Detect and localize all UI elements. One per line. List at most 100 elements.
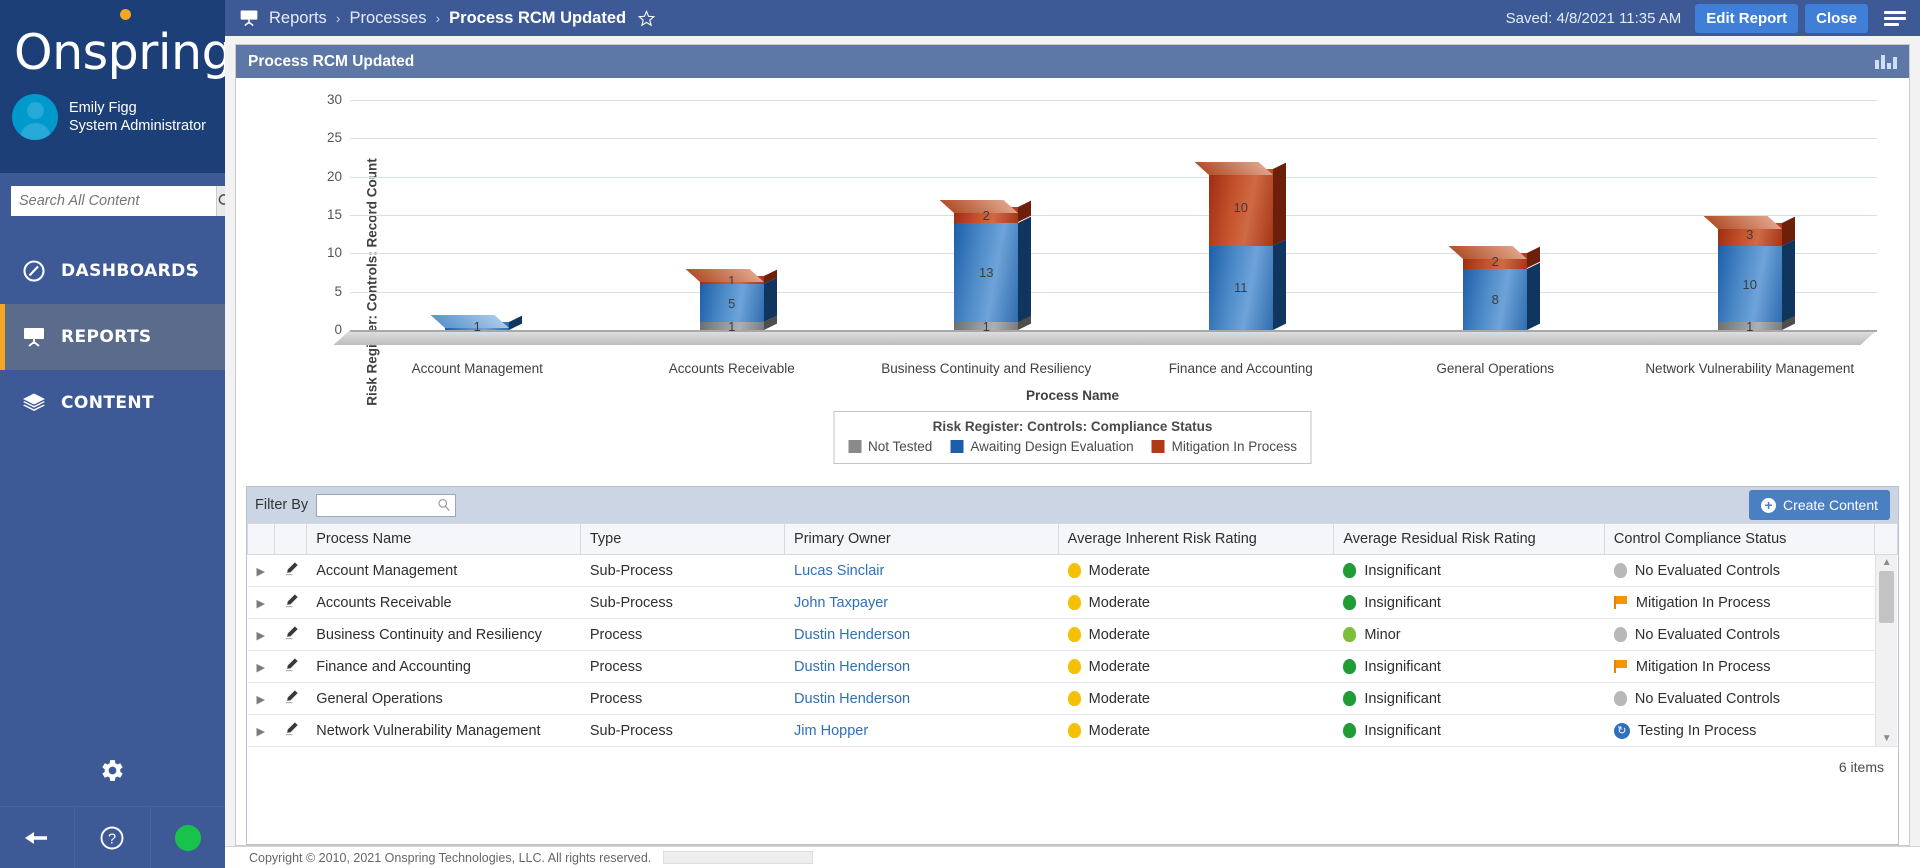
cell-primary-owner-text[interactable]: Dustin Henderson: [794, 659, 910, 675]
chart-bar-segment[interactable]: 1: [699, 316, 777, 334]
cell-primary-owner-text[interactable]: Jim Hopper: [794, 723, 868, 739]
chart: Risk Register: Controls: Record Count 30…: [236, 78, 1909, 486]
row-edit-cell[interactable]: [274, 714, 307, 747]
user-profile[interactable]: Emily Figg System Administrator: [0, 94, 225, 140]
app-logo-text: Onspring: [14, 23, 233, 81]
status-indicator[interactable]: [151, 807, 225, 868]
chart-bar-segment[interactable]: 1: [430, 315, 523, 334]
chart-bar[interactable]: 1 5 1: [605, 100, 860, 334]
chart-bar-segment[interactable]: 1: [685, 269, 777, 288]
chart-bar-side-face: [1527, 262, 1541, 330]
chart-bar-segment[interactable]: 5: [699, 277, 777, 323]
chart-bar[interactable]: 3 10 1: [1623, 100, 1878, 334]
row-edit-cell[interactable]: [274, 650, 307, 683]
row-edit-cell[interactable]: [274, 618, 307, 651]
chevron-right-icon[interactable]: ▶: [257, 598, 265, 610]
legend-item[interactable]: Not Tested: [848, 439, 932, 454]
sidebar-item-content[interactable]: CONTENT: [0, 370, 225, 436]
grid-column-header[interactable]: Process Name: [306, 523, 581, 555]
chart-floor: [333, 330, 1877, 345]
row-edit-cell[interactable]: [274, 682, 307, 715]
legend-item[interactable]: Mitigation In Process: [1151, 439, 1297, 454]
pencil-edit-icon[interactable]: [284, 722, 299, 740]
chart-bar-segment[interactable]: 10: [1194, 162, 1286, 246]
pencil-edit-icon[interactable]: [284, 594, 299, 612]
row-edit-cell[interactable]: [274, 586, 307, 619]
chart-bar[interactable]: 2 13 1: [859, 100, 1114, 334]
pencil-edit-icon[interactable]: [284, 658, 299, 676]
table-row[interactable]: ▶ Account Management Sub-Process Lucas Sinc…: [247, 554, 1898, 747]
chart-bar-segment[interactable]: 2: [939, 200, 1032, 223]
table-row[interactable]: ▶ Finance and Accounting Process Dustin Hen…: [247, 650, 1898, 683]
chart-bar-segment[interactable]: 2: [1448, 246, 1541, 269]
edit-report-button[interactable]: Edit Report: [1695, 3, 1799, 33]
chevron-right-icon[interactable]: ▶: [257, 726, 265, 738]
sidebar-item-dashboards[interactable]: DASHBOARDS ›: [0, 238, 225, 304]
grid-column-header[interactable]: Control Compliance Status: [1603, 523, 1876, 555]
table-row[interactable]: ▶ Accounts Receivable Sub-Process John Taxp…: [247, 586, 1898, 619]
grid-column-header[interactable]: Average Inherent Risk Rating: [1057, 523, 1335, 555]
table-row[interactable]: ▶ Network Vulnerability Management Sub-Pro…: [247, 714, 1898, 747]
chart-bar[interactable]: 10 11: [1114, 100, 1369, 330]
row-expand-cell[interactable]: ▶: [247, 618, 275, 651]
sidebar-item-reports[interactable]: REPORTS: [0, 304, 225, 370]
chart-bar-segment[interactable]: 11: [1208, 239, 1286, 330]
pencil-edit-icon[interactable]: [284, 626, 299, 644]
chart-legend: Risk Register: Controls: Compliance Stat…: [833, 411, 1312, 464]
row-expand-cell[interactable]: ▶: [247, 554, 275, 587]
hamburger-menu-icon[interactable]: [1884, 10, 1906, 26]
table-row[interactable]: ▶ Business Continuity and Resiliency Proce…: [247, 618, 1898, 651]
chevron-right-icon[interactable]: ▶: [257, 662, 265, 674]
chevron-right-icon[interactable]: ▶: [257, 630, 265, 642]
yellow-dot-icon: [1067, 659, 1081, 674]
row-edit-cell[interactable]: [274, 554, 307, 587]
close-button[interactable]: Close: [1805, 3, 1868, 33]
chart-bar-segment[interactable]: 10: [1717, 239, 1795, 323]
grid-scrollbar[interactable]: ▲ ▼: [1875, 555, 1897, 746]
cell-primary-owner-text[interactable]: Dustin Henderson: [794, 627, 910, 643]
chevron-right-icon[interactable]: ▶: [257, 694, 265, 706]
gray-bulb-icon: [1613, 691, 1627, 706]
chart-bar[interactable]: 1: [350, 100, 605, 334]
scroll-down-arrow-icon[interactable]: ▼: [1882, 733, 1892, 744]
brand-block: Onspring Emily Figg System Administrator: [0, 0, 233, 173]
breadcrumb-processes[interactable]: Processes: [349, 9, 426, 28]
table-row[interactable]: ▶ General Operations Process Dustin Henders…: [247, 682, 1898, 715]
scrollbar-thumb[interactable]: [1879, 571, 1894, 623]
row-expand-cell[interactable]: ▶: [247, 586, 275, 619]
chart-bar[interactable]: 28: [1368, 100, 1623, 330]
pencil-edit-icon[interactable]: [284, 562, 299, 580]
legend-item[interactable]: Awaiting Design Evaluation: [950, 439, 1134, 454]
grid-column-header[interactable]: Average Residual Risk Rating: [1333, 523, 1605, 555]
chart-bar-segment[interactable]: 13: [954, 216, 1032, 323]
status-text: Mitigation In Process: [1635, 658, 1771, 675]
row-expand-cell[interactable]: ▶: [247, 650, 275, 683]
chevron-right-icon[interactable]: ▶: [257, 566, 265, 578]
app-logo[interactable]: Onspring: [0, 0, 233, 94]
breadcrumb-reports[interactable]: Reports: [269, 9, 327, 28]
filter-input[interactable]: [316, 493, 457, 517]
row-expand-cell[interactable]: ▶: [247, 714, 275, 747]
grid-column-header[interactable]: Primary Owner: [784, 523, 1059, 555]
back-button[interactable]: [0, 807, 76, 868]
pencil-edit-icon[interactable]: [284, 690, 299, 708]
chart-bars-icon[interactable]: [1875, 54, 1897, 69]
cell-process-name: General Operations: [306, 682, 581, 715]
settings-button[interactable]: [0, 734, 225, 806]
grid-column-header[interactable]: Type: [579, 523, 786, 555]
cell-primary-owner-text[interactable]: John Taxpayer: [794, 595, 888, 611]
help-button[interactable]: ?: [75, 807, 151, 868]
chart-bar-segment[interactable]: 1: [1717, 316, 1795, 334]
row-expand-cell[interactable]: ▶: [247, 682, 275, 715]
grid-scrollbar-cell[interactable]: ▲ ▼: [1874, 554, 1898, 747]
scroll-up-arrow-icon[interactable]: ▲: [1882, 557, 1892, 568]
search-input[interactable]: [11, 186, 216, 216]
cell-primary-owner-text[interactable]: Dustin Henderson: [794, 691, 910, 707]
pin-star-icon[interactable]: [637, 9, 656, 28]
status-text: No Evaluated Controls: [1634, 626, 1780, 643]
chart-bar-segment[interactable]: 3: [1703, 215, 1795, 246]
chart-bar-segment[interactable]: 8: [1463, 262, 1541, 330]
cell-primary-owner-text[interactable]: Lucas Sinclair: [794, 563, 884, 579]
create-content-button[interactable]: + Create Content: [1749, 490, 1890, 520]
chart-bar-segment[interactable]: 1: [954, 316, 1032, 334]
